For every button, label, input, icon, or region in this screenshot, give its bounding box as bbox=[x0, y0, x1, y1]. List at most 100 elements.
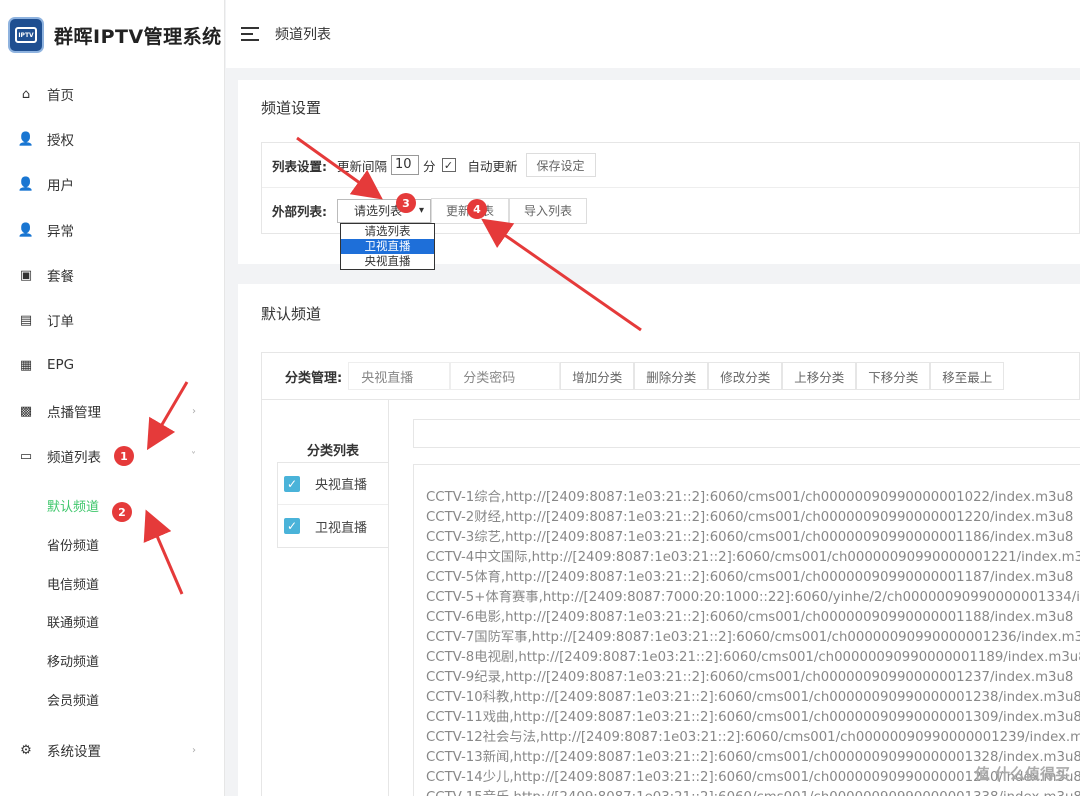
channel-line: CCTV-5体育,http://[2409:8087:1e03:21::2]:6… bbox=[426, 570, 1074, 585]
sidebar-item-channels[interactable]: ▭ 频道列表 ˅ bbox=[0, 444, 224, 468]
channel-line: CCTV-3综艺,http://[2409:8087:1e03:21::2]:6… bbox=[426, 530, 1074, 545]
gear-icon: ⚙ bbox=[20, 742, 32, 758]
logo-row: IPTV 群晖IPTV管理系统 bbox=[0, 0, 224, 70]
sidebar-subitem-mobile[interactable]: 移动频道 bbox=[0, 649, 224, 671]
user-icon: 👤 bbox=[17, 176, 35, 192]
sidebar-item-users[interactable]: 👤 用户 bbox=[0, 172, 224, 196]
sidebar-item-anomaly[interactable]: 👤 异常 bbox=[0, 218, 224, 242]
auto-update-checkbox[interactable]: ✓ bbox=[441, 158, 456, 172]
category-label: 分类管理: bbox=[285, 370, 343, 386]
chevron-down-icon: ▾ bbox=[418, 205, 424, 216]
sidebar: IPTV 群晖IPTV管理系统 ⌂ 首页 👤 授权 👤 用户 👤 异常 ▣ 套餐… bbox=[0, 0, 225, 796]
sidebar-subitem-telecom[interactable]: 电信频道 bbox=[0, 572, 224, 594]
bag-icon: ▣ bbox=[19, 267, 33, 283]
sidebar-item-settings[interactable]: ⚙ 系统设置 › bbox=[0, 738, 224, 762]
sidebar-subitem-member[interactable]: 会员频道 bbox=[0, 688, 224, 710]
move-up-button[interactable]: 上移分类 bbox=[782, 362, 857, 390]
channel-line: CCTV-15音乐,http://[2409:8087:1e03:21::2]:… bbox=[426, 788, 1080, 796]
channel-input[interactable] bbox=[413, 419, 1080, 448]
checkbox-checked-icon[interactable]: ✓ bbox=[284, 475, 300, 492]
app-title: 群晖IPTV管理系统 bbox=[54, 25, 222, 48]
annotation-badge-4: 4 bbox=[467, 199, 487, 219]
list-settings-label: 列表设置: bbox=[272, 158, 327, 174]
auto-update-label: 自动更新 bbox=[467, 158, 518, 174]
category-list: ✓ 央视直播 ✓ 卫视直播 bbox=[277, 462, 389, 548]
user-check-icon: 👤 bbox=[17, 131, 35, 147]
sidebar-item-orders[interactable]: ▤ 订单 bbox=[0, 308, 224, 332]
channel-line: CCTV-6电影,http://[2409:8087:1e03:21::2]:6… bbox=[426, 610, 1074, 625]
import-list-button[interactable]: 导入列表 bbox=[509, 197, 588, 224]
category-password-input[interactable]: 分类密码 bbox=[450, 362, 561, 390]
sidebar-item-label: 系统设置 bbox=[47, 744, 101, 760]
sidebar-item-label: 用户 bbox=[47, 178, 74, 194]
chevron-right-icon: › bbox=[192, 744, 196, 756]
list-select[interactable]: 请选列表 ▾ bbox=[337, 198, 431, 223]
order-icon: ▤ bbox=[19, 312, 33, 328]
list-settings-row: 列表设置: 更新间隔 10 分 ✓ 自动更新 保存设定 bbox=[262, 143, 1079, 188]
app-logo-icon: IPTV bbox=[8, 17, 44, 53]
user-alert-icon: 👤 bbox=[17, 222, 35, 238]
channel-list-textarea[interactable]: CCTV-1综合,http://[2409:8087:1e03:21::2]:6… bbox=[413, 464, 1080, 796]
add-category-button[interactable]: 增加分类 bbox=[560, 362, 635, 390]
category-panel: 分类列表 ✓ 央视直播 ✓ 卫视直播 CCTV-1综合,http://[2409… bbox=[261, 400, 1080, 796]
external-list-label: 外部列表: bbox=[272, 204, 327, 219]
sidebar-item-epg[interactable]: ▦ EPG bbox=[0, 353, 224, 377]
settings-form: 列表设置: 更新间隔 10 分 ✓ 自动更新 保存设定 外部列表: 请选列表 ▾… bbox=[261, 142, 1080, 234]
section-title: 频道设置 bbox=[261, 99, 322, 117]
annotation-badge-1: 1 bbox=[114, 446, 134, 466]
move-top-button[interactable]: 移至最上 bbox=[930, 362, 1005, 390]
watermark: 值 什么值得买 bbox=[974, 765, 1070, 783]
interval-input[interactable]: 10 bbox=[391, 155, 420, 175]
delete-category-button[interactable]: 删除分类 bbox=[634, 362, 709, 390]
dropdown-option[interactable]: 央视直播 bbox=[341, 254, 434, 269]
channel-line: CCTV-8电视剧,http://[2409:8087:1e03:21::2]:… bbox=[426, 650, 1080, 665]
sidebar-subitem-province[interactable]: 省份频道 bbox=[0, 533, 224, 555]
checkbox-checked-icon[interactable]: ✓ bbox=[284, 518, 300, 534]
interval-label: 更新间隔 bbox=[337, 158, 388, 174]
list-item[interactable]: ✓ 央视直播 bbox=[278, 463, 388, 505]
tv-icon: ▭ bbox=[19, 448, 33, 464]
category-item-label: 央视直播 bbox=[315, 478, 368, 493]
edit-category-button[interactable]: 修改分类 bbox=[708, 362, 783, 390]
sidebar-item-home[interactable]: ⌂ 首页 bbox=[0, 82, 224, 106]
channel-line: CCTV-12社会与法,http://[2409:8087:1e03:21::2… bbox=[426, 730, 1080, 745]
save-settings-button[interactable]: 保存设定 bbox=[525, 153, 596, 177]
channel-line: CCTV-5+体育赛事,http://[2409:8087:7000:20:10… bbox=[426, 590, 1080, 605]
sidebar-item-label: 授权 bbox=[47, 133, 74, 149]
category-name-input[interactable]: 央视直播 bbox=[348, 362, 451, 390]
home-icon: ⌂ bbox=[21, 86, 31, 102]
sidebar-item-label: 点播管理 bbox=[47, 405, 101, 421]
channel-line: CCTV-4中文国际,http://[2409:8087:1e03:21::2]… bbox=[426, 550, 1080, 565]
breadcrumb: 频道列表 bbox=[275, 27, 331, 43]
chevron-right-icon: › bbox=[192, 405, 196, 417]
channel-line: CCTV-10科教,http://[2409:8087:1e03:21::2]:… bbox=[426, 690, 1080, 705]
annotation-badge-2: 2 bbox=[112, 502, 132, 522]
category-item-label: 卫视直播 bbox=[315, 520, 368, 536]
select-value: 请选列表 bbox=[354, 204, 403, 218]
sidebar-item-label: EPG bbox=[47, 357, 75, 373]
divider bbox=[388, 400, 389, 796]
interval-unit: 分 bbox=[423, 158, 436, 174]
sidebar-subitem-unicom[interactable]: 联通频道 bbox=[0, 610, 224, 632]
channel-line: CCTV-2财经,http://[2409:8087:1e03:21::2]:6… bbox=[426, 510, 1074, 525]
move-down-button[interactable]: 下移分类 bbox=[856, 362, 931, 390]
list-item[interactable]: ✓ 卫视直播 bbox=[278, 505, 388, 547]
category-list-title: 分类列表 bbox=[307, 444, 360, 459]
sidebar-item-package[interactable]: ▣ 套餐 bbox=[0, 263, 224, 287]
category-toolbar: 分类管理: 央视直播 分类密码 增加分类 删除分类 修改分类 上移分类 下移分类… bbox=[261, 352, 1080, 400]
js-icon: ▩ bbox=[19, 403, 33, 419]
dropdown-option[interactable]: 请选列表 bbox=[341, 224, 434, 239]
menu-toggle-icon[interactable] bbox=[241, 27, 259, 41]
section-title: 默认频道 bbox=[261, 305, 322, 323]
sidebar-item-label: 订单 bbox=[47, 314, 74, 330]
channel-line: CCTV-9纪录,http://[2409:8087:1e03:21::2]:6… bbox=[426, 670, 1074, 685]
sidebar-item-auth[interactable]: 👤 授权 bbox=[0, 127, 224, 151]
channel-line: CCTV-11戏曲,http://[2409:8087:1e03:21::2]:… bbox=[426, 710, 1080, 725]
channel-line: CCTV-7国防军事,http://[2409:8087:1e03:21::2]… bbox=[426, 630, 1080, 645]
sidebar-item-label: 频道列表 bbox=[47, 450, 101, 466]
sidebar-item-label: 异常 bbox=[47, 224, 74, 240]
logo-text: IPTV bbox=[15, 27, 37, 43]
dropdown-option-selected[interactable]: 卫视直播 bbox=[341, 239, 434, 254]
sidebar-item-vod[interactable]: ▩ 点播管理 › bbox=[0, 399, 224, 423]
list-select-dropdown: 请选列表 卫视直播 央视直播 bbox=[340, 223, 435, 270]
